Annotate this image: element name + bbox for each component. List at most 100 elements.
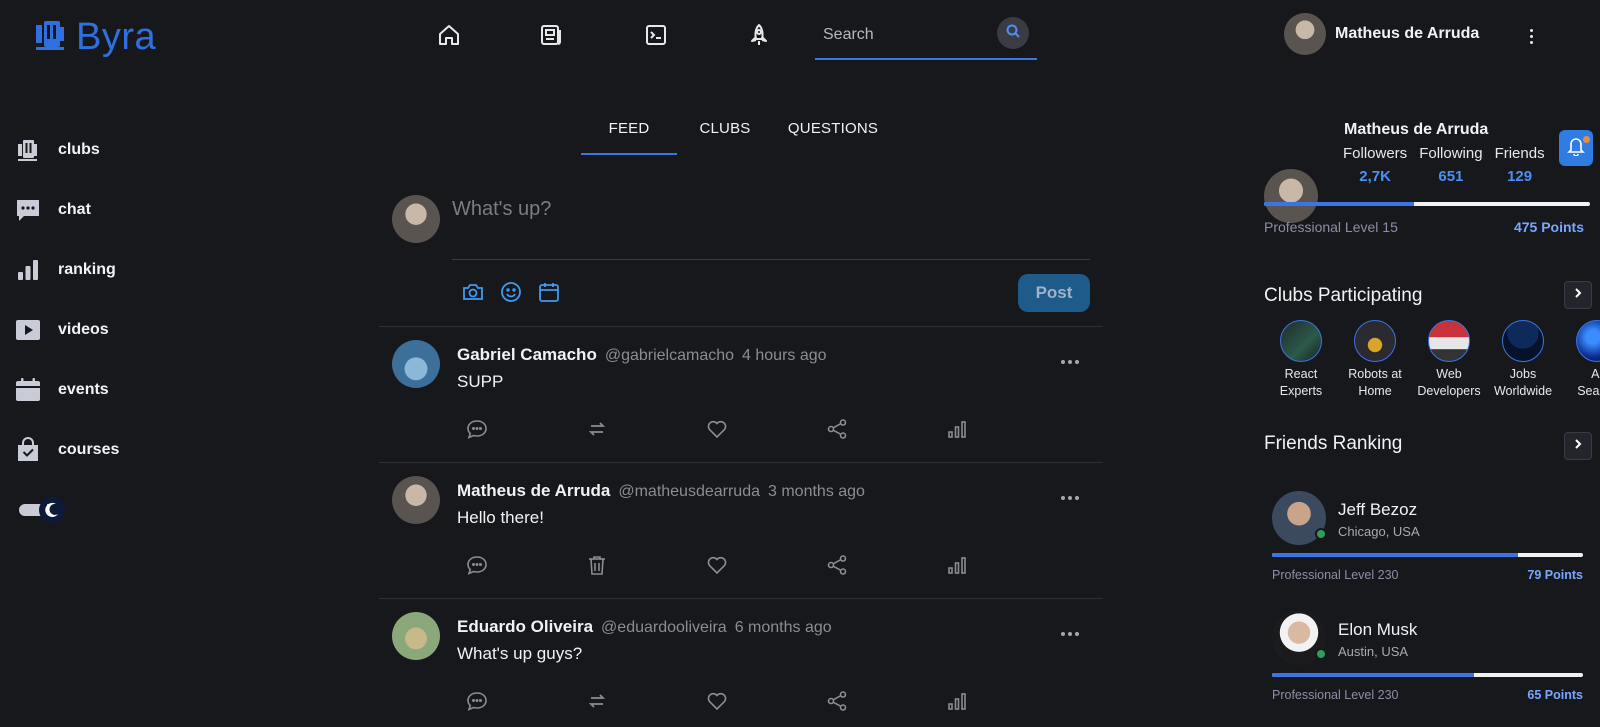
camera-icon[interactable] [460, 279, 486, 305]
notification-dot [1583, 136, 1590, 143]
clubs-next-button[interactable] [1564, 281, 1592, 309]
user-name: Matheus de Arruda [1335, 25, 1480, 42]
sidebar-item-ranking[interactable]: ranking [14, 240, 214, 300]
stat-value: 651 [1438, 168, 1464, 185]
clubs-list: React Experts Robots at Home Web Developers… [1264, 320, 1600, 400]
logo-icon [32, 17, 68, 58]
progress-fill [1264, 202, 1414, 206]
club-image [1502, 320, 1544, 362]
sidebar-item-clubs[interactable]: clubs [14, 120, 214, 180]
logo[interactable]: Byra [32, 14, 156, 60]
sidebar-item-label: courses [58, 441, 120, 458]
post-more-icon[interactable] [1061, 629, 1083, 639]
comment-icon[interactable] [464, 688, 490, 714]
club-name: Web Developers [1417, 367, 1481, 398]
comment-icon[interactable] [464, 552, 490, 578]
stats-icon[interactable] [944, 688, 970, 714]
friend-name: Elon Musk [1338, 620, 1418, 639]
post-button[interactable]: Post [1018, 274, 1090, 312]
like-icon[interactable] [704, 688, 730, 714]
friends-next-button[interactable] [1564, 432, 1592, 460]
friend-city: Austin, USA [1338, 644, 1409, 659]
club-item[interactable]: Jobs Worldwide [1486, 320, 1560, 400]
sidebar-item-courses[interactable]: courses [14, 420, 214, 480]
search-button[interactable] [997, 17, 1029, 49]
share-icon[interactable] [824, 416, 850, 442]
trash-icon[interactable] [584, 552, 610, 578]
rocket-icon[interactable] [743, 19, 775, 51]
club-item[interactable]: Robots at Home [1338, 320, 1412, 400]
sidebar-item-chat[interactable]: chat [14, 180, 214, 240]
friend-city: Chicago, USA [1338, 524, 1420, 539]
post-more-icon[interactable] [1061, 357, 1083, 367]
stats-icon[interactable] [944, 552, 970, 578]
sidebar-item-label: events [58, 381, 109, 398]
sidebar-item-videos[interactable]: videos [14, 300, 214, 360]
share-icon[interactable] [824, 552, 850, 578]
repost-icon[interactable] [584, 416, 610, 442]
stat-followers[interactable]: Followers 2,7K [1343, 145, 1407, 185]
emoji-icon[interactable] [498, 279, 524, 305]
repost-icon[interactable] [584, 688, 610, 714]
club-image [1576, 320, 1600, 362]
post-author[interactable]: Eduardo Oliveira [457, 617, 593, 637]
terminal-icon[interactable] [640, 19, 672, 51]
video-icon [14, 316, 42, 344]
post-actions [464, 416, 984, 442]
post-handle[interactable]: @eduardooliveira [601, 619, 727, 637]
more-options-icon[interactable] [1523, 22, 1539, 50]
sidebar-item-events[interactable]: events [14, 360, 214, 420]
post-handle[interactable]: @matheusdearruda [618, 483, 760, 501]
calendar-icon[interactable] [536, 279, 562, 305]
stat-friends[interactable]: Friends 129 [1495, 145, 1545, 185]
post-input[interactable] [452, 194, 1090, 256]
sidebar-item-label: videos [58, 321, 109, 338]
profile-avatar[interactable] [1264, 169, 1318, 223]
avatar [392, 195, 440, 243]
like-icon[interactable] [704, 552, 730, 578]
newspaper-icon[interactable] [535, 19, 567, 51]
club-name: Robots at Home [1348, 367, 1402, 398]
post-item: Eduardo Oliveira @eduardooliveira 6 mont… [379, 598, 1103, 727]
feed-tabs: FEED CLUBS QUESTIONS [581, 112, 893, 155]
tab-feed[interactable]: FEED [581, 112, 677, 155]
online-status [1315, 648, 1327, 660]
profile-name[interactable]: Matheus de Arruda [1344, 121, 1488, 139]
share-icon[interactable] [824, 688, 850, 714]
post-more-icon[interactable] [1061, 493, 1083, 503]
club-item[interactable]: Web Developers [1412, 320, 1486, 400]
post-text: SUPP [457, 372, 504, 391]
search-icon [1005, 23, 1021, 44]
user-menu[interactable]: Matheus de Arruda [1284, 13, 1479, 55]
friend-progress-bar [1272, 553, 1583, 557]
stats-icon[interactable] [944, 416, 970, 442]
like-icon[interactable] [704, 416, 730, 442]
stat-value: 129 [1507, 168, 1533, 185]
search-bar [815, 14, 1037, 60]
progress-fill [1272, 553, 1518, 557]
club-item[interactable]: React Experts [1264, 320, 1338, 400]
post-author[interactable]: Gabriel Camacho [457, 345, 597, 365]
friend-item[interactable]: Jeff Bezoz Chicago, USA Professional Lev… [1272, 491, 1587, 599]
stat-label: Friends [1494, 145, 1545, 162]
avatar [1284, 13, 1326, 55]
post-handle[interactable]: @gabrielcamacho [605, 347, 734, 365]
clubs-section-title: Clubs Participating [1264, 285, 1423, 306]
post-time: 3 months ago [768, 483, 865, 500]
notifications-button[interactable] [1559, 130, 1593, 166]
home-icon[interactable] [433, 19, 465, 51]
club-image [1428, 320, 1470, 362]
search-input[interactable] [823, 22, 983, 48]
stat-following[interactable]: Following 651 [1419, 145, 1482, 185]
post-author[interactable]: Matheus de Arruda [457, 481, 610, 501]
tab-clubs[interactable]: CLUBS [677, 112, 773, 155]
sidebar-item-label: chat [58, 201, 91, 218]
comment-icon[interactable] [464, 416, 490, 442]
bag-icon [14, 436, 42, 464]
tab-questions[interactable]: QUESTIONS [773, 112, 893, 155]
theme-toggle[interactable] [19, 497, 65, 523]
club-item[interactable]: AISearch [1560, 320, 1600, 400]
post-text: Hello there! [457, 508, 544, 527]
post-item: Gabriel Camacho @gabrielcamacho 4 hours … [379, 326, 1103, 462]
friend-item[interactable]: Elon Musk Austin, USA Professional Level… [1272, 611, 1587, 719]
